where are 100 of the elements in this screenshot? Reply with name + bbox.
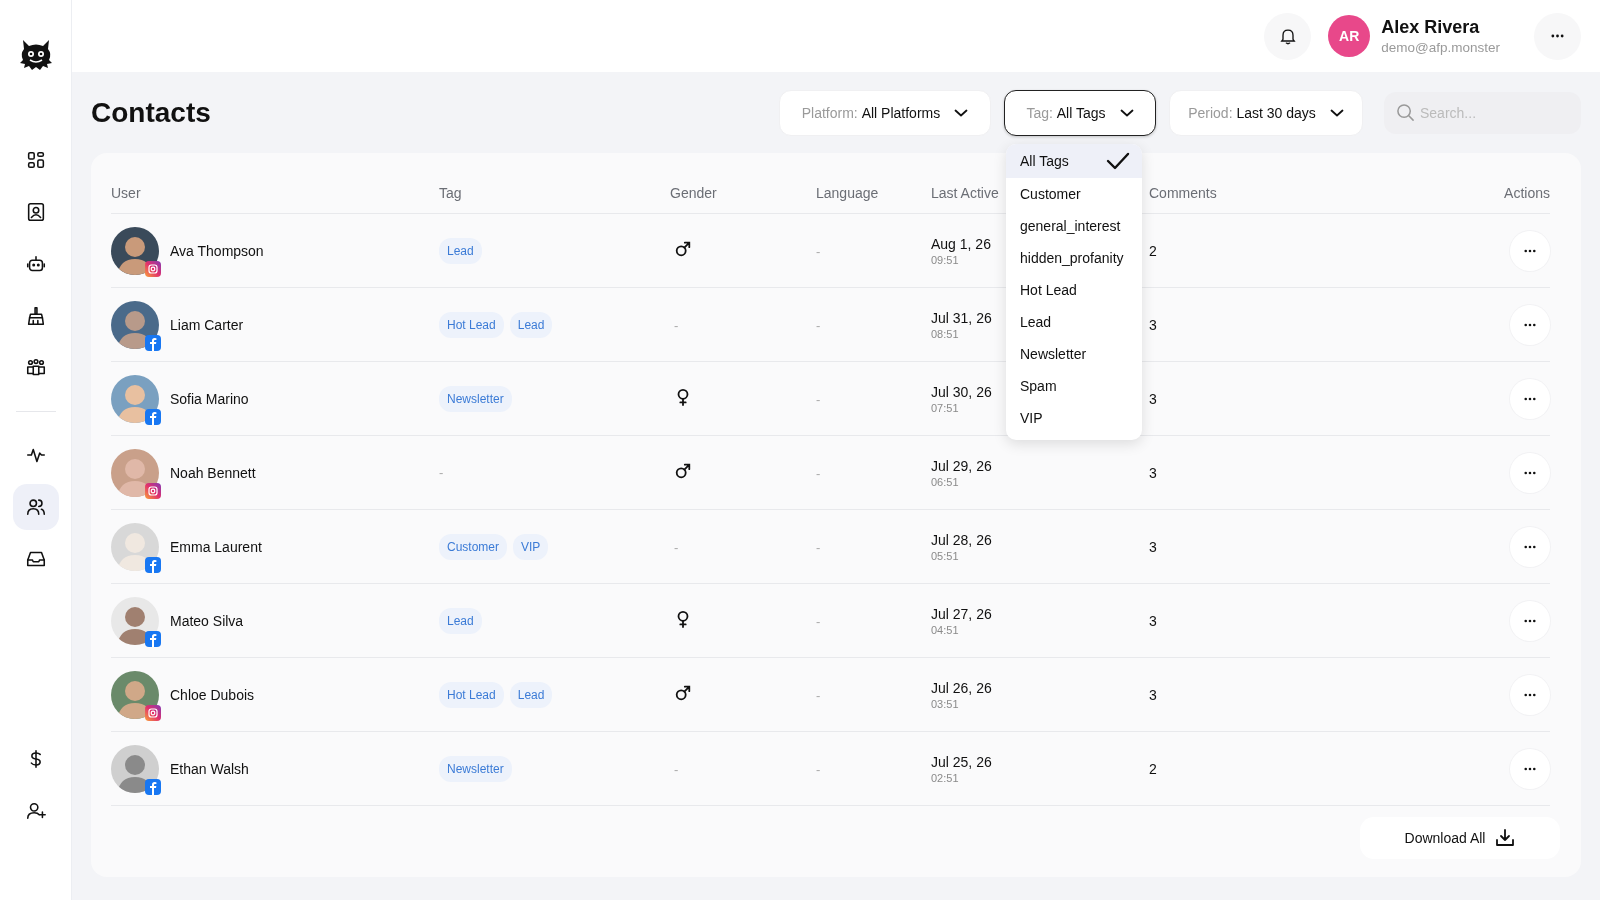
filter-dropdown[interactable]: Platform: All Platforms	[779, 90, 991, 136]
more-icon	[1524, 692, 1536, 697]
download-all-button[interactable]: Download All	[1360, 817, 1560, 859]
avatar	[111, 226, 159, 275]
table-cell: -	[816, 539, 821, 555]
chevron-down-icon	[1329, 109, 1344, 117]
filter-dropdown[interactable]: Tag: All Tags	[1004, 90, 1156, 136]
menu-item[interactable]: general_interest	[1006, 210, 1142, 242]
table-cell: -	[674, 539, 679, 555]
table-cell: -	[674, 761, 679, 777]
time: 07:51	[931, 401, 959, 414]
page-title: Contacts	[91, 97, 211, 129]
avatar	[111, 670, 159, 719]
time: 03:51	[931, 697, 959, 710]
filter-dropdown[interactable]: Period: Last 30 days	[1169, 90, 1363, 136]
table-cell: -	[816, 243, 821, 259]
more-icon	[1524, 322, 1536, 327]
tag: Newsletter	[439, 385, 512, 412]
male-icon	[674, 239, 692, 258]
avatar	[111, 596, 159, 645]
time: 05:51	[931, 549, 959, 562]
table-cell: 3	[1149, 686, 1157, 703]
tag: Hot Lead	[439, 681, 504, 708]
table-cell: -	[816, 687, 821, 703]
menu-item[interactable]: Newsletter	[1006, 338, 1142, 370]
time: 04:51	[931, 623, 959, 636]
chevron-down-icon	[954, 109, 969, 117]
menu-item[interactable]: All Tags	[1006, 144, 1142, 178]
male-icon	[674, 461, 692, 480]
avatar	[111, 522, 159, 571]
table-cell: -	[816, 465, 821, 481]
time: 09:51	[931, 253, 959, 266]
tag: Lead	[439, 607, 482, 634]
check-icon	[1106, 152, 1130, 170]
table-cell: -	[816, 391, 821, 407]
menu-item[interactable]: hidden_profanity	[1006, 242, 1142, 274]
table-cell: 3	[1149, 316, 1157, 333]
time: 06:51	[931, 475, 959, 488]
column-header: Comments	[1149, 184, 1217, 201]
avatar	[111, 744, 159, 793]
more-icon	[1524, 396, 1536, 401]
table-cell: -	[816, 317, 821, 333]
user-name: Noah Bennett	[170, 464, 256, 481]
table-cell: 3	[1149, 390, 1157, 407]
avatar	[111, 374, 159, 423]
time: 02:51	[931, 771, 959, 784]
column-header: Tag	[439, 184, 462, 201]
menu-item[interactable]: Customer	[1006, 178, 1142, 210]
avatar	[111, 300, 159, 349]
download-icon	[1495, 828, 1516, 848]
more-icon	[1524, 248, 1536, 253]
tag: Hot Lead	[439, 311, 504, 338]
user-name: Ethan Walsh	[170, 760, 249, 777]
table-cell: 3	[1149, 464, 1157, 481]
column-header: Gender	[670, 184, 717, 201]
table-cell: -	[439, 465, 444, 480]
avatar	[111, 448, 159, 497]
more-icon	[1551, 34, 1564, 38]
column-header: Last Active	[931, 184, 999, 201]
male-icon	[674, 683, 692, 702]
date: Jul 28, 26	[931, 531, 992, 548]
menu-item[interactable]: Lead	[1006, 306, 1142, 338]
menu-item[interactable]: Spam	[1006, 370, 1142, 402]
more-icon	[1524, 618, 1536, 623]
table-cell: -	[674, 317, 679, 333]
table-cell: -	[816, 761, 821, 777]
table-cell: -	[816, 613, 821, 629]
column-header: Actions	[1504, 184, 1550, 201]
time: 08:51	[931, 327, 959, 340]
table-cell: 2	[1149, 760, 1157, 777]
tag: Newsletter	[439, 755, 512, 782]
more-icon	[1524, 544, 1536, 549]
search-icon	[1396, 103, 1415, 122]
table-cell: 2	[1149, 242, 1157, 259]
date: Jul 30, 26	[931, 383, 992, 400]
user-name: Liam Carter	[170, 316, 244, 333]
user-email: demo@afp.monster	[1381, 40, 1500, 55]
table-cell: 3	[1149, 538, 1157, 555]
column-header: Language	[816, 184, 879, 201]
user-name: Alex Rivera	[1381, 17, 1481, 38]
date: Jul 27, 26	[931, 605, 992, 622]
date: Jul 25, 26	[931, 753, 992, 770]
add-user-icon	[24, 800, 47, 822]
table-cell: 3	[1149, 612, 1157, 629]
tag: Customer	[439, 533, 507, 560]
date: Jul 29, 26	[931, 457, 992, 474]
column-header: User	[111, 184, 141, 201]
tag: Lead	[509, 681, 553, 708]
user-avatar[interactable]: AR	[1328, 15, 1371, 57]
nav-item[interactable]	[12, 484, 59, 530]
user-name: Mateo Silva	[170, 612, 244, 629]
more-icon	[1524, 766, 1536, 771]
tag: Lead	[439, 237, 482, 264]
menu-item[interactable]: VIP	[1006, 402, 1142, 434]
user-name: Emma Laurent	[170, 538, 262, 555]
tag: Lead	[509, 311, 553, 338]
user-name: Chloe Dubois	[170, 686, 255, 703]
menu-item[interactable]: Hot Lead	[1006, 274, 1142, 306]
date: Jul 31, 26	[931, 309, 992, 326]
chevron-down-icon	[1119, 109, 1134, 117]
